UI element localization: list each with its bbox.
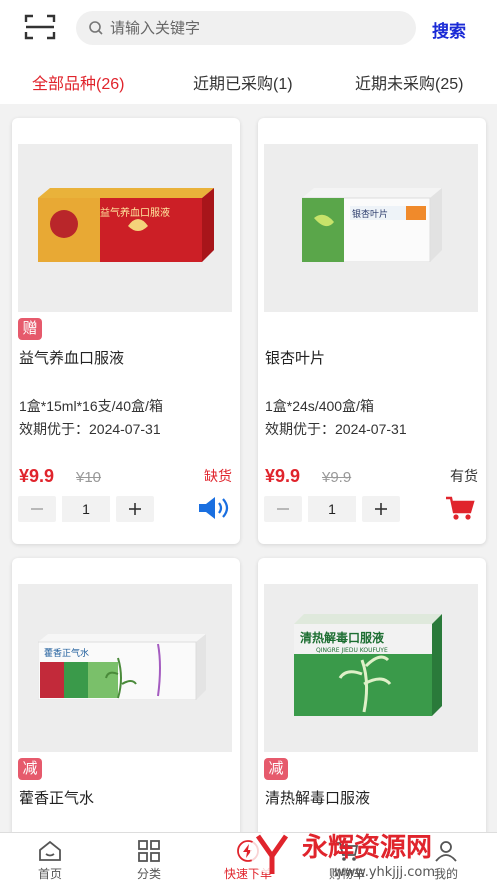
product-price: ¥9.9 <box>265 466 301 486</box>
product-card[interactable]: 清热解毒口服液 QINGRE JIEDU KOUFUYE 减 清热解毒口服液 <box>258 558 486 848</box>
increment-button[interactable] <box>116 496 154 522</box>
watermark-title: 永辉资源网 <box>302 833 432 863</box>
scan-icon[interactable] <box>24 13 56 41</box>
stock-status: 有货 <box>450 468 478 484</box>
search-input[interactable] <box>110 11 400 45</box>
nav-category[interactable]: 分类 <box>119 839 179 882</box>
product-name: 清热解毒口服液 <box>265 790 371 807</box>
watermark-url: www.yhkjjj.com <box>334 865 435 880</box>
quantity-input[interactable] <box>62 496 110 522</box>
decrement-button[interactable] <box>264 496 302 522</box>
product-card[interactable]: 银杏叶片 银杏叶片 1盒*24s/400盒/箱 效期优于：2024-07-31 … <box>258 118 486 544</box>
product-expiry: 效期优于：2024-07-31 <box>265 421 407 437</box>
product-image: 藿香正气水 <box>18 584 232 752</box>
stock-status: 缺货 <box>204 468 232 484</box>
quantity-stepper <box>18 496 154 522</box>
product-spec: 1盒*15ml*16支/40盒/箱 <box>19 398 163 414</box>
box-label: 益气养血口服液 <box>100 206 170 219</box>
box-sublabel: QINGRE JIEDU KOUFUYE <box>316 647 388 654</box>
product-name: 藿香正气水 <box>19 790 95 807</box>
nav-label: 首页 <box>37 867 62 881</box>
product-name: 益气养血口服液 <box>19 350 125 367</box>
tab-all[interactable]: 全部品种(26) <box>32 70 124 94</box>
discount-badge: 减 <box>18 758 42 780</box>
product-image: 益气养血口服液 <box>18 144 232 312</box>
original-price: ¥9.9 <box>322 469 352 486</box>
nav-label: 分类 <box>136 867 161 881</box>
filter-tabs: 全部品种(26) 近期已采购(1) 近期未采购(25) <box>0 56 497 104</box>
product-price: ¥9.9 <box>19 466 55 486</box>
quantity-input[interactable] <box>308 496 356 522</box>
search-box[interactable] <box>76 11 416 45</box>
gift-badge: 赠 <box>18 318 42 340</box>
home-icon <box>39 840 61 861</box>
product-image: 银杏叶片 <box>264 144 478 312</box>
search-icon <box>88 20 104 36</box>
product-image: 清热解毒口服液 QINGRE JIEDU KOUFUYE <box>264 584 478 752</box>
add-to-cart-icon[interactable] <box>444 494 476 527</box>
tab-not-recently-purchased[interactable]: 近期未采购(25) <box>355 70 463 94</box>
box-label: 藿香正气水 <box>44 647 89 659</box>
increment-button[interactable] <box>362 496 400 522</box>
tab-recently-purchased[interactable]: 近期已采购(1) <box>193 70 293 94</box>
box-label: 银杏叶片 <box>352 208 388 220</box>
top-bar: 搜索 <box>0 0 497 56</box>
nav-home[interactable]: 首页 <box>20 839 80 882</box>
product-expiry: 效期优于：2024-07-31 <box>19 421 161 437</box>
product-name: 银杏叶片 <box>265 350 326 367</box>
arrival-notify-icon[interactable] <box>196 494 232 527</box>
discount-badge: 减 <box>264 758 288 780</box>
grid-icon <box>138 840 160 862</box>
search-button[interactable]: 搜索 <box>432 17 466 42</box>
original-price: ¥10 <box>76 469 102 486</box>
product-card[interactable]: 益气养血口服液 赠 益气养血口服液 1盒*15ml*16支/40盒/箱 效期优于… <box>12 118 240 544</box>
box-label: 清热解毒口服液 <box>300 630 384 645</box>
decrement-button[interactable] <box>18 496 56 522</box>
product-card[interactable]: 藿香正气水 减 藿香正气水 <box>12 558 240 848</box>
quantity-stepper <box>264 496 400 522</box>
watermark: 永辉资源网 www.yhkjjj.com <box>246 822 486 882</box>
product-spec: 1盒*24s/400盒/箱 <box>265 398 374 414</box>
